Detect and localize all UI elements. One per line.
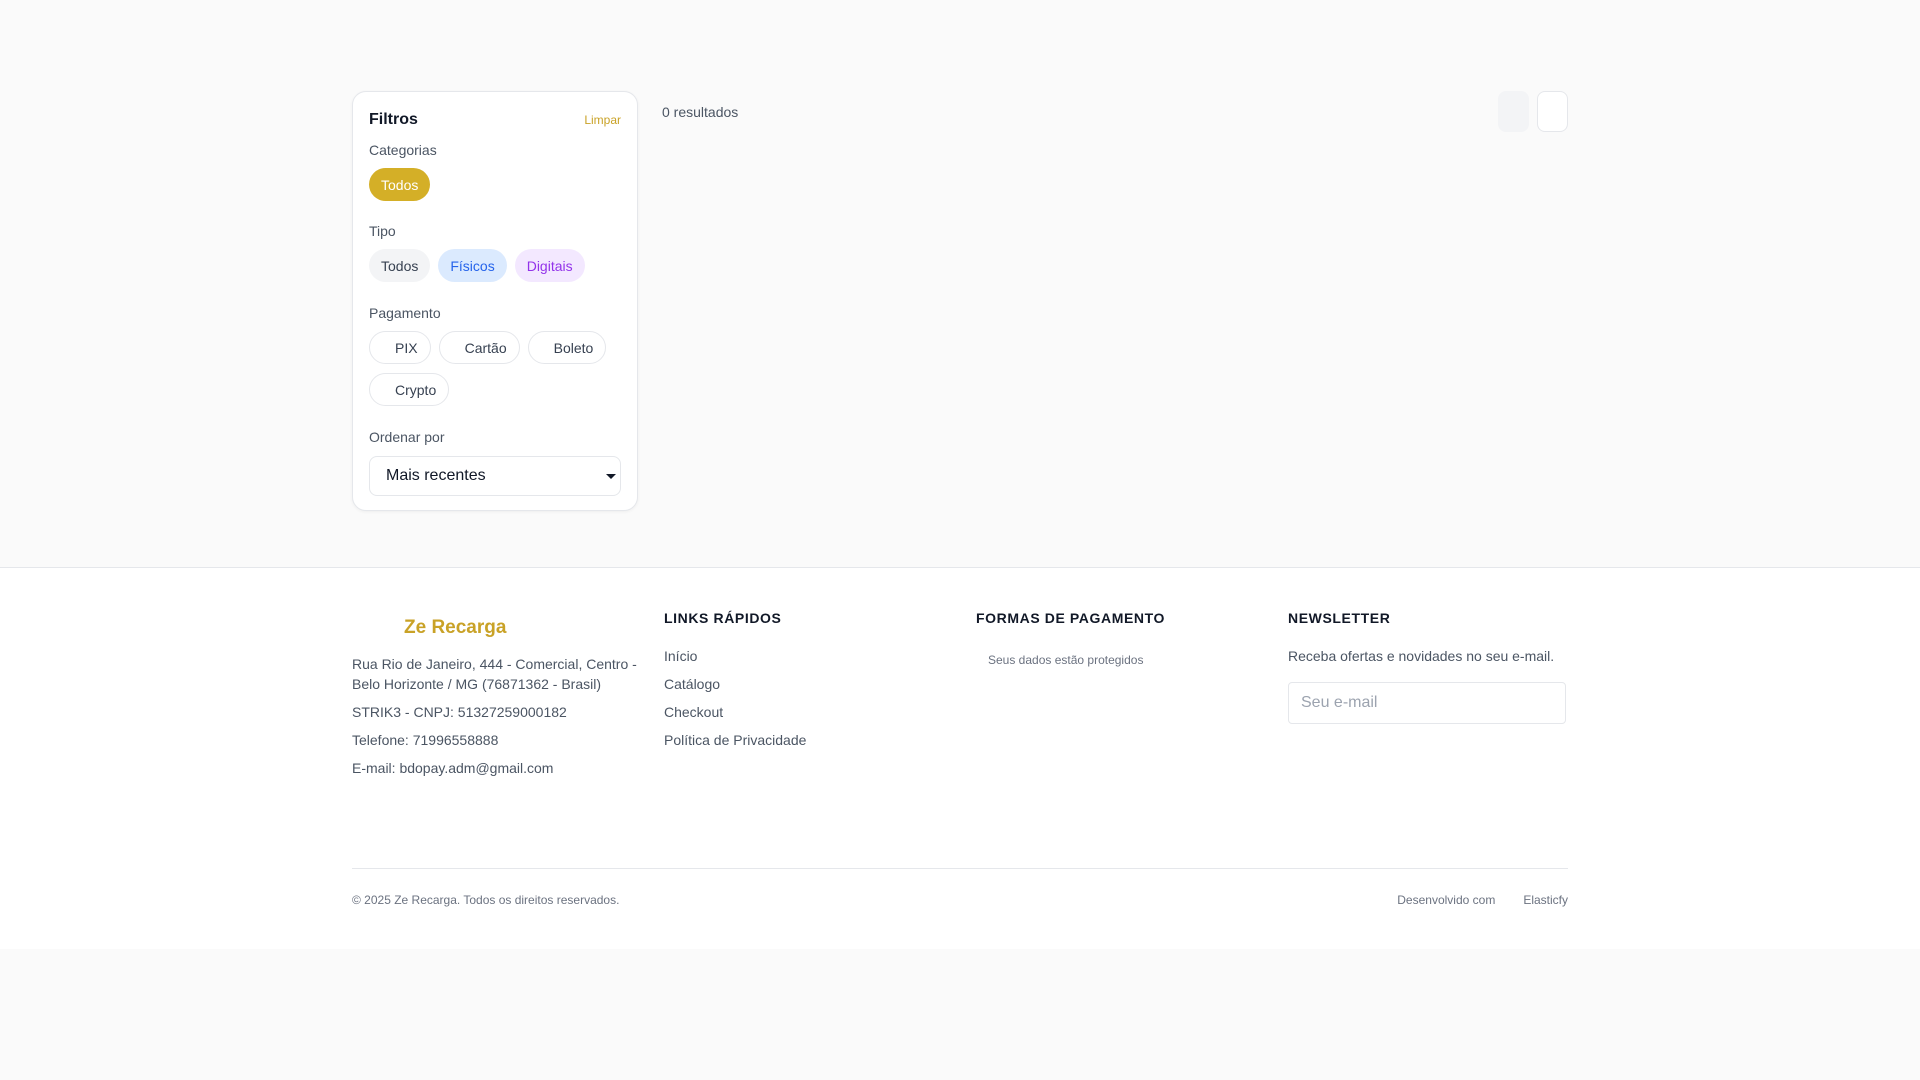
type-chip-digitais[interactable]: Digitais xyxy=(514,249,585,282)
page: Filtros Limpar Categorias Todos Tipo Tod… xyxy=(0,0,1920,1080)
developed-with-text: Desenvolvido com xyxy=(1397,893,1496,907)
footer-brand[interactable]: Ze Recarga xyxy=(352,614,642,642)
payment-label: Pagamento xyxy=(369,305,441,321)
sort-select[interactable]: Mais recentes xyxy=(369,456,621,496)
grid-view-button[interactable] xyxy=(1498,91,1529,132)
quick-links-list: Início Catálogo Checkout Política de Pri… xyxy=(664,646,954,750)
copyright: © 2025 Ze Recarga. Todos os direitos res… xyxy=(352,893,620,907)
newsletter-text: Receba ofertas e novidades no seu e-mail… xyxy=(1288,648,1555,664)
footer-link-checkout[interactable]: Checkout xyxy=(664,702,954,722)
catalog-main: Filtros Limpar Categorias Todos Tipo Tod… xyxy=(352,91,1568,511)
footer-newsletter-column: NEWSLETTER Receba ofertas e novidades no… xyxy=(1288,610,1568,724)
footer-brand-column: Ze Recarga Rua Rio de Janeiro, 444 - Com… xyxy=(352,610,642,778)
filters-header: Filtros Limpar xyxy=(369,110,621,130)
filters-title: Filtros xyxy=(369,111,418,128)
brand-logo-icon xyxy=(352,614,392,642)
clear-filters-button[interactable]: Limpar xyxy=(584,113,621,127)
filters-panel: Filtros Limpar Categorias Todos Tipo Tod… xyxy=(352,91,638,511)
company-email: E-mail: bdopay.adm@gmail.com xyxy=(352,760,554,776)
developer-link[interactable]: Elasticfy xyxy=(1523,893,1568,907)
category-chip-todos[interactable]: Todos xyxy=(369,168,431,201)
secure-data-text: Seus dados estão protegidos xyxy=(988,653,1144,667)
caret-down-icon xyxy=(606,474,616,479)
type-filter: Tipo Todos Físicos Digitais xyxy=(369,223,621,282)
sort-label: Ordenar por xyxy=(369,429,445,445)
secure-data-note: Seus dados estão protegidos xyxy=(976,653,1266,667)
payment-filter: Pagamento PIX Cartão Boleto Crypto xyxy=(369,305,621,406)
footer-bottom-bar: © 2025 Ze Recarga. Todos os direitos res… xyxy=(352,868,1568,907)
footer-payment-column: FORMAS DE PAGAMENTO Seus dados estão pro… xyxy=(976,610,1266,667)
payment-chip-cartao[interactable]: Cartão xyxy=(438,331,520,364)
categories-filter: Categorias Todos xyxy=(369,142,621,201)
company-phone: Telefone: 71996558888 xyxy=(352,732,499,748)
sort-select-value: Mais recentes xyxy=(386,467,486,484)
results-count: 0 resultados xyxy=(662,104,739,120)
brand-name: Ze Recarga xyxy=(404,617,507,638)
type-chip-todos[interactable]: Todos xyxy=(369,249,431,282)
site-footer: Ze Recarga Rua Rio de Janeiro, 444 - Com… xyxy=(0,567,1920,949)
footer-quick-links-column: LINKS RÁPIDOS Início Catálogo Checkout P… xyxy=(664,610,954,750)
payment-chip-crypto[interactable]: Crypto xyxy=(369,373,450,406)
payment-chip-pix[interactable]: PIX xyxy=(369,331,431,364)
payment-methods-title: FORMAS DE PAGAMENTO xyxy=(976,610,1165,626)
footer-link-inicio[interactable]: Início xyxy=(664,646,954,666)
payment-chip-boleto[interactable]: Boleto xyxy=(527,331,607,364)
company-cnpj: STRIK3 - CNPJ: 51327259000182 xyxy=(352,704,567,720)
list-view-button[interactable] xyxy=(1537,91,1568,132)
footer-link-privacidade[interactable]: Política de Privacidade xyxy=(664,730,954,750)
company-address: Rua Rio de Janeiro, 444 - Comercial, Cen… xyxy=(352,656,637,692)
footer-link-catalogo[interactable]: Catálogo xyxy=(664,674,954,694)
type-label: Tipo xyxy=(369,223,396,239)
quick-links-title: LINKS RÁPIDOS xyxy=(664,610,782,626)
categories-label: Categorias xyxy=(369,142,437,158)
newsletter-title: NEWSLETTER xyxy=(1288,610,1391,626)
developed-by: Desenvolvido com Elasticfy xyxy=(1397,893,1568,907)
type-chip-fisicos[interactable]: Físicos xyxy=(438,249,507,282)
sort-filter: Ordenar por Mais recentes xyxy=(369,429,621,496)
newsletter-email-input[interactable] xyxy=(1288,682,1566,724)
